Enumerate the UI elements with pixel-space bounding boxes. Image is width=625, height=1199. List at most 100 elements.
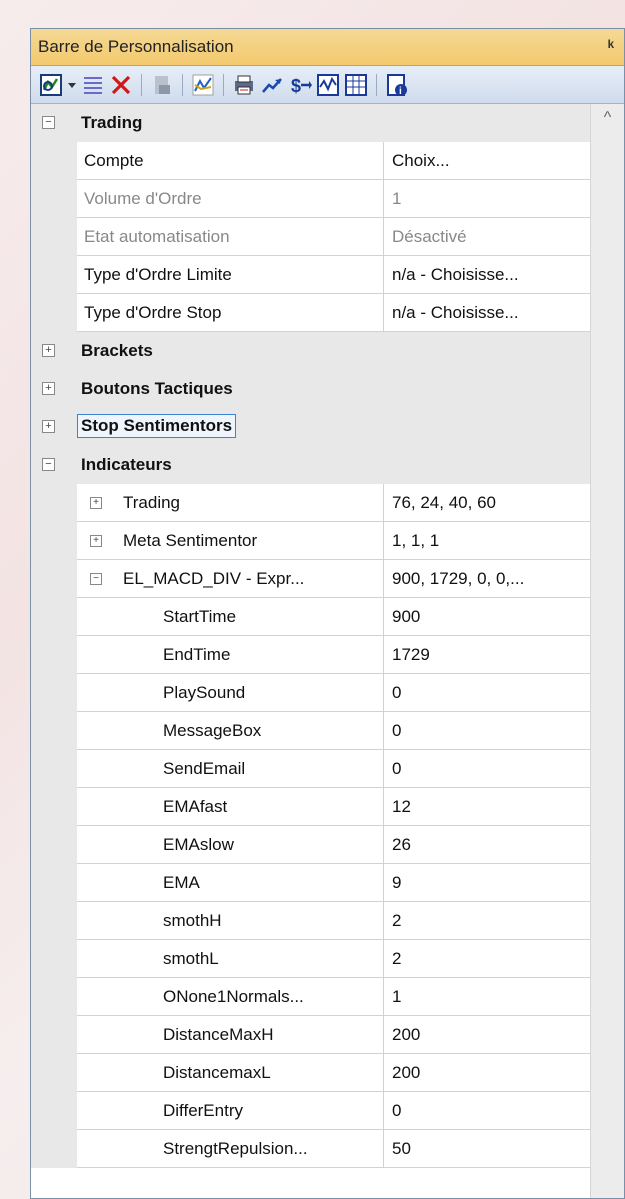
property-name: Compte: [77, 142, 384, 180]
property-name: DistanceMaxH: [77, 1016, 384, 1054]
property-row[interactable]: MessageBox 0: [31, 712, 591, 750]
svg-text:$: $: [291, 76, 301, 96]
property-name: − EL_MACD_DIV - Expr...: [77, 560, 384, 598]
property-row[interactable]: smothL 2: [31, 940, 591, 978]
property-name: EMA: [77, 864, 384, 902]
dropdown-arrow-icon[interactable]: [65, 71, 79, 99]
property-value[interactable]: 9: [384, 864, 591, 902]
property-value[interactable]: 200: [384, 1054, 591, 1092]
property-value[interactable]: 200: [384, 1016, 591, 1054]
property-row[interactable]: − EL_MACD_DIV - Expr... 900, 1729, 0, 0,.…: [31, 560, 591, 598]
property-row[interactable]: + Trading 76, 24, 40, 60: [31, 484, 591, 522]
property-name: StrengtRepulsion...: [77, 1130, 384, 1168]
properties-icon[interactable]: i: [383, 71, 411, 99]
property-name: EndTime: [77, 636, 384, 674]
property-name: SendEmail: [77, 750, 384, 788]
property-name: StartTime: [77, 598, 384, 636]
panel-titlebar: Barre de Personnalisation ᵏ: [31, 29, 624, 66]
property-row[interactable]: Type d'Ordre Limite n/a - Choisisse...: [31, 256, 591, 294]
property-row[interactable]: DistancemaxL 200: [31, 1054, 591, 1092]
property-value[interactable]: 1: [384, 180, 591, 218]
collapse-icon[interactable]: −: [42, 458, 55, 471]
category-brackets[interactable]: + Brackets: [31, 332, 591, 370]
property-row[interactable]: EndTime 1729: [31, 636, 591, 674]
property-row[interactable]: DistanceMaxH 200: [31, 1016, 591, 1054]
expand-icon[interactable]: +: [42, 420, 55, 433]
property-row[interactable]: Compte Choix...: [31, 142, 591, 180]
property-value[interactable]: 0: [384, 750, 591, 788]
category-label: Stop Sentimentors: [76, 414, 237, 438]
property-value[interactable]: 0: [384, 1092, 591, 1130]
property-row[interactable]: PlaySound 0: [31, 674, 591, 712]
property-value[interactable]: 76, 24, 40, 60: [384, 484, 591, 522]
expand-icon[interactable]: +: [90, 497, 102, 509]
property-value[interactable]: 2: [384, 902, 591, 940]
property-row[interactable]: EMAfast 12: [31, 788, 591, 826]
delete-icon[interactable]: [107, 71, 135, 99]
property-value[interactable]: 2: [384, 940, 591, 978]
property-value[interactable]: n/a - Choisisse...: [384, 256, 591, 294]
property-value[interactable]: 50: [384, 1130, 591, 1168]
category-label: Brackets: [81, 341, 153, 360]
property-name: DifferEntry: [77, 1092, 384, 1130]
histogram-icon[interactable]: [314, 71, 342, 99]
property-name: + Trading: [77, 484, 384, 522]
toolbar-separator: [223, 73, 224, 96]
property-value[interactable]: 26: [384, 826, 591, 864]
vertical-scrollbar[interactable]: ^: [590, 104, 624, 1198]
property-name: EMAfast: [77, 788, 384, 826]
property-value[interactable]: 12: [384, 788, 591, 826]
toolbar: $ i: [31, 66, 624, 104]
property-value[interactable]: 900: [384, 598, 591, 636]
category-stop-sentimentors[interactable]: + Stop Sentimentors: [31, 408, 591, 446]
property-value[interactable]: 1, 1, 1: [384, 522, 591, 560]
property-value[interactable]: 0: [384, 712, 591, 750]
property-row[interactable]: EMAslow 26: [31, 826, 591, 864]
property-row[interactable]: + Meta Sentimentor 1, 1, 1: [31, 522, 591, 560]
pin-icon[interactable]: ᵏ: [608, 37, 614, 57]
collapse-icon[interactable]: −: [90, 573, 102, 585]
property-row[interactable]: DifferEntry 0: [31, 1092, 591, 1130]
printer-icon[interactable]: [230, 71, 258, 99]
expand-icon[interactable]: +: [42, 344, 55, 357]
svg-text:i: i: [399, 86, 402, 97]
property-name: EMAslow: [77, 826, 384, 864]
category-trading[interactable]: − Trading: [31, 104, 591, 142]
property-row[interactable]: SendEmail 0: [31, 750, 591, 788]
line-chart-icon[interactable]: [189, 71, 217, 99]
property-name: MessageBox: [77, 712, 384, 750]
property-row[interactable]: StartTime 900: [31, 598, 591, 636]
category-label: Trading: [81, 113, 143, 132]
expand-icon[interactable]: +: [42, 382, 55, 395]
panel-title: Barre de Personnalisation: [38, 37, 234, 56]
indicator-parameters: StartTime 900 EndTime 1729 PlaySound 0 Message…: [31, 598, 591, 1168]
toolbar-separator: [182, 73, 183, 96]
property-row[interactable]: smothH 2: [31, 902, 591, 940]
property-value[interactable]: n/a - Choisisse...: [384, 294, 591, 332]
dollar-arrow-icon[interactable]: $: [286, 71, 314, 99]
add-indicator-icon[interactable]: [37, 71, 65, 99]
property-value[interactable]: 1729: [384, 636, 591, 674]
property-value[interactable]: 0: [384, 674, 591, 712]
scroll-up-icon[interactable]: ^: [591, 104, 624, 132]
trend-icon[interactable]: [258, 71, 286, 99]
list-lines-icon[interactable]: [79, 71, 107, 99]
property-row[interactable]: EMA 9: [31, 864, 591, 902]
property-row[interactable]: Etat automatisation Désactivé: [31, 218, 591, 256]
property-value[interactable]: 900, 1729, 0, 0,...: [384, 560, 591, 598]
property-row[interactable]: StrengtRepulsion... 50: [31, 1130, 591, 1168]
property-value[interactable]: Désactivé: [384, 218, 591, 256]
grid-table-icon[interactable]: [342, 71, 370, 99]
property-value[interactable]: 1: [384, 978, 591, 1016]
property-row[interactable]: ONone1Normals... 1: [31, 978, 591, 1016]
category-indicateurs[interactable]: − Indicateurs: [31, 446, 591, 484]
property-grid: − Trading Compte Choix... Volume d'Ordre…: [31, 104, 591, 1168]
category-boutons-tactiques[interactable]: + Boutons Tactiques: [31, 370, 591, 408]
collapse-icon[interactable]: −: [42, 116, 55, 129]
property-row[interactable]: Volume d'Ordre 1: [31, 180, 591, 218]
toolbar-separator: [376, 73, 377, 96]
property-value[interactable]: Choix...: [384, 142, 591, 180]
expand-icon[interactable]: +: [90, 535, 102, 547]
property-row[interactable]: Type d'Ordre Stop n/a - Choisisse...: [31, 294, 591, 332]
property-name: DistancemaxL: [77, 1054, 384, 1092]
